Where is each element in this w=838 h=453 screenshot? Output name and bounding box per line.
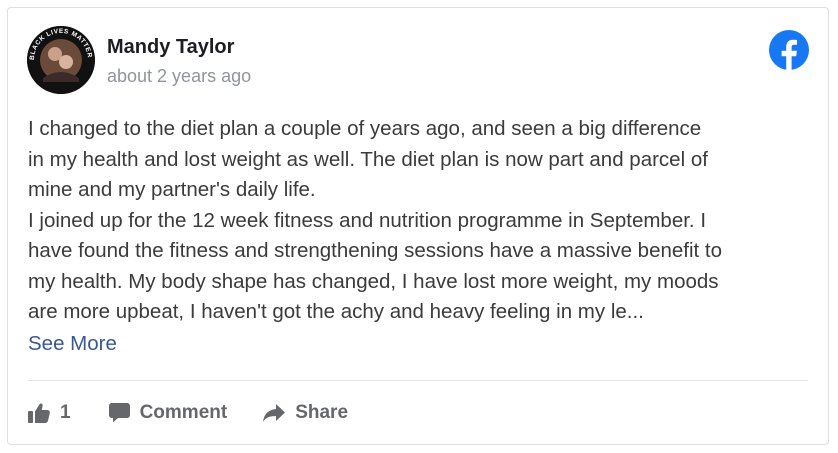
post-text-line: my health. My body shape has changed, I … <box>28 269 719 293</box>
thumbs-up-icon <box>28 403 50 423</box>
post-header: BLACK LIVES MATTER Mandy Taylor about 2 … <box>27 26 809 96</box>
divider <box>28 380 808 381</box>
post-card: BLACK LIVES MATTER Mandy Taylor about 2 … <box>7 7 829 445</box>
action-bar: 1 Comment Share <box>28 398 348 428</box>
post-text-line: are more upbeat, I haven't got the achy … <box>28 300 644 323</box>
share-arrow-icon <box>263 404 286 422</box>
facebook-icon[interactable] <box>769 30 809 70</box>
comment-bubble-icon <box>108 403 130 423</box>
post-text-line: have found the fitness and strengthening… <box>28 239 723 262</box>
avatar-image: BLACK LIVES MATTER <box>27 26 95 94</box>
post-text-line: mine and my partner's daily life. <box>28 178 316 201</box>
see-more-link[interactable]: See More <box>28 329 117 360</box>
avatar[interactable]: BLACK LIVES MATTER <box>27 26 95 94</box>
like-count: 1 <box>60 402 71 423</box>
post-text: I changed to the diet plan a couple of y… <box>28 114 818 359</box>
author-name[interactable]: Mandy Taylor <box>107 36 234 59</box>
post-text-line: I changed to the diet plan a couple of y… <box>28 117 702 140</box>
post-text-line: I joined up for the 12 week fitness and … <box>28 208 707 232</box>
like-button[interactable]: 1 <box>28 402 71 424</box>
comment-button[interactable]: Comment <box>108 402 228 424</box>
post-timestamp[interactable]: about 2 years ago <box>107 66 251 87</box>
post-text-line: in my health and lost weight as well. Th… <box>28 147 708 171</box>
share-button[interactable]: Share <box>263 402 348 424</box>
comment-label: Comment <box>139 402 228 423</box>
share-label: Share <box>295 402 349 423</box>
